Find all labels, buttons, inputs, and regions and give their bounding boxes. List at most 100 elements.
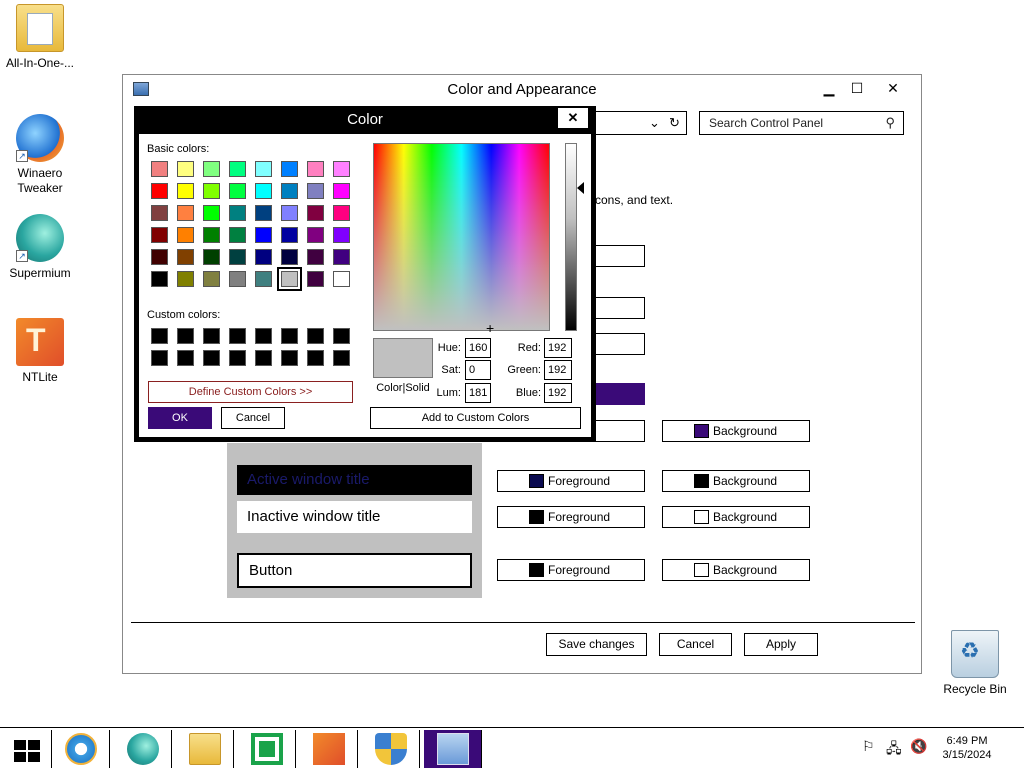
basic-color-swatch[interactable] bbox=[307, 205, 324, 221]
basic-color-swatch[interactable] bbox=[151, 183, 168, 199]
basic-color-swatch[interactable] bbox=[307, 161, 324, 177]
background-color-button[interactable]: Background bbox=[662, 420, 810, 442]
basic-color-swatch[interactable] bbox=[177, 227, 194, 243]
luminance-arrow-icon[interactable] bbox=[577, 182, 584, 194]
basic-color-swatch[interactable] bbox=[203, 271, 220, 287]
basic-color-swatch[interactable] bbox=[255, 161, 272, 177]
address-bar[interactable]: ⌄ ↻ bbox=[593, 111, 687, 135]
search-input[interactable]: Search Control Panel ⚲ bbox=[699, 111, 904, 135]
custom-color-swatch[interactable] bbox=[151, 350, 168, 366]
crosshair-icon[interactable]: + bbox=[486, 321, 494, 335]
close-button[interactable]: ✕ bbox=[879, 77, 907, 99]
taskbar-ntlite[interactable] bbox=[300, 730, 358, 768]
start-button[interactable] bbox=[0, 730, 52, 768]
taskbar-control-panel[interactable] bbox=[424, 730, 482, 768]
clock[interactable]: 6:49 PM 3/15/2024 bbox=[936, 734, 998, 762]
button-foreground-button[interactable]: Foreground bbox=[497, 559, 645, 581]
custom-color-swatch[interactable] bbox=[203, 328, 220, 344]
preview-button[interactable]: Button bbox=[237, 553, 472, 588]
basic-color-swatch[interactable] bbox=[277, 267, 302, 291]
volume-muted-icon[interactable]: 🔇 bbox=[910, 738, 927, 755]
save-changes-button[interactable]: Save changes bbox=[546, 633, 647, 656]
lum-input[interactable]: 181 bbox=[465, 383, 491, 403]
custom-color-swatch[interactable] bbox=[255, 328, 272, 344]
green-input[interactable]: 192 bbox=[544, 360, 572, 380]
basic-color-swatch[interactable] bbox=[177, 249, 194, 265]
basic-color-swatch[interactable] bbox=[151, 271, 168, 287]
custom-color-swatch[interactable] bbox=[281, 328, 298, 344]
taskbar-internet-explorer[interactable] bbox=[52, 730, 110, 768]
basic-color-swatch[interactable] bbox=[177, 271, 194, 287]
basic-color-swatch[interactable] bbox=[229, 227, 246, 243]
basic-color-swatch[interactable] bbox=[151, 227, 168, 243]
basic-color-swatch[interactable] bbox=[177, 161, 194, 177]
basic-color-swatch[interactable] bbox=[255, 271, 272, 287]
basic-color-swatch[interactable] bbox=[203, 249, 220, 265]
custom-color-swatch[interactable] bbox=[333, 328, 350, 344]
basic-color-swatch[interactable] bbox=[203, 205, 220, 221]
custom-color-swatch[interactable] bbox=[333, 350, 350, 366]
basic-color-swatch[interactable] bbox=[281, 249, 298, 265]
taskbar-store[interactable] bbox=[238, 730, 296, 768]
blue-input[interactable]: 192 bbox=[544, 383, 572, 403]
hue-input[interactable]: 160 bbox=[465, 338, 491, 358]
basic-color-swatch[interactable] bbox=[177, 183, 194, 199]
dialog-close-button[interactable]: ✕ bbox=[558, 108, 588, 128]
basic-color-swatch[interactable] bbox=[151, 161, 168, 177]
flag-icon[interactable]: ⚐ bbox=[862, 738, 875, 755]
inactive-title-background-button[interactable]: Background bbox=[662, 506, 810, 528]
custom-color-swatch[interactable] bbox=[255, 350, 272, 366]
basic-color-swatch[interactable] bbox=[281, 205, 298, 221]
basic-color-swatch[interactable] bbox=[333, 183, 350, 199]
basic-color-swatch[interactable] bbox=[177, 205, 194, 221]
custom-color-swatch[interactable] bbox=[281, 350, 298, 366]
custom-color-swatch[interactable] bbox=[229, 328, 246, 344]
red-input[interactable]: 192 bbox=[544, 338, 572, 358]
basic-color-swatch[interactable] bbox=[281, 227, 298, 243]
refresh-icon[interactable]: ↻ bbox=[669, 115, 680, 131]
basic-color-swatch[interactable] bbox=[333, 205, 350, 221]
desktop-icon-recycle-bin[interactable]: Recycle Bin bbox=[935, 630, 1015, 697]
sat-input[interactable]: 0 bbox=[465, 360, 491, 380]
desktop-icon-ntlite[interactable]: NTLite bbox=[0, 318, 80, 385]
desktop-icon-winaero[interactable]: ↗ Winaero Tweaker bbox=[0, 114, 80, 196]
basic-color-swatch[interactable] bbox=[229, 271, 246, 287]
luminance-slider[interactable] bbox=[565, 143, 577, 331]
basic-color-swatch[interactable] bbox=[333, 249, 350, 265]
active-title-foreground-button[interactable]: Foreground bbox=[497, 470, 645, 492]
cancel-button[interactable]: Cancel bbox=[659, 633, 732, 656]
basic-color-swatch[interactable] bbox=[229, 183, 246, 199]
custom-color-swatch[interactable] bbox=[177, 328, 194, 344]
minimize-button[interactable]: ▁ bbox=[815, 77, 843, 99]
color-spectrum[interactable]: + bbox=[373, 143, 550, 335]
custom-color-swatch[interactable] bbox=[229, 350, 246, 366]
basic-color-swatch[interactable] bbox=[229, 205, 246, 221]
preview-inactive-title[interactable]: Inactive window title bbox=[237, 501, 472, 533]
search-icon[interactable]: ⚲ bbox=[885, 115, 895, 131]
taskbar-windows-security[interactable] bbox=[362, 730, 420, 768]
basic-color-swatch[interactable] bbox=[255, 227, 272, 243]
basic-color-swatch[interactable] bbox=[203, 183, 220, 199]
custom-color-swatch[interactable] bbox=[203, 350, 220, 366]
basic-color-swatch[interactable] bbox=[229, 161, 246, 177]
maximize-button[interactable]: ☐ bbox=[843, 77, 871, 99]
custom-color-swatch[interactable] bbox=[177, 350, 194, 366]
define-custom-colors-button[interactable]: Define Custom Colors >> bbox=[148, 381, 353, 403]
basic-color-swatch[interactable] bbox=[255, 249, 272, 265]
preview-active-title[interactable]: Active window title bbox=[237, 465, 472, 495]
dialog-cancel-button[interactable]: Cancel bbox=[221, 407, 285, 429]
basic-color-swatch[interactable] bbox=[307, 227, 324, 243]
basic-color-swatch[interactable] bbox=[333, 227, 350, 243]
button-background-button[interactable]: Background bbox=[662, 559, 810, 581]
basic-color-swatch[interactable] bbox=[307, 249, 324, 265]
basic-color-swatch[interactable] bbox=[229, 249, 246, 265]
basic-color-swatch[interactable] bbox=[151, 205, 168, 221]
desktop-icon-supermium[interactable]: ↗ Supermium bbox=[0, 214, 80, 281]
apply-button[interactable]: Apply bbox=[744, 633, 818, 656]
basic-color-swatch[interactable] bbox=[203, 161, 220, 177]
custom-color-swatch[interactable] bbox=[307, 350, 324, 366]
basic-color-swatch[interactable] bbox=[255, 205, 272, 221]
desktop-icon-all-in-one[interactable]: All-In-One-... bbox=[0, 4, 80, 71]
taskbar-supermium[interactable] bbox=[114, 730, 172, 768]
basic-color-swatch[interactable] bbox=[307, 271, 324, 287]
